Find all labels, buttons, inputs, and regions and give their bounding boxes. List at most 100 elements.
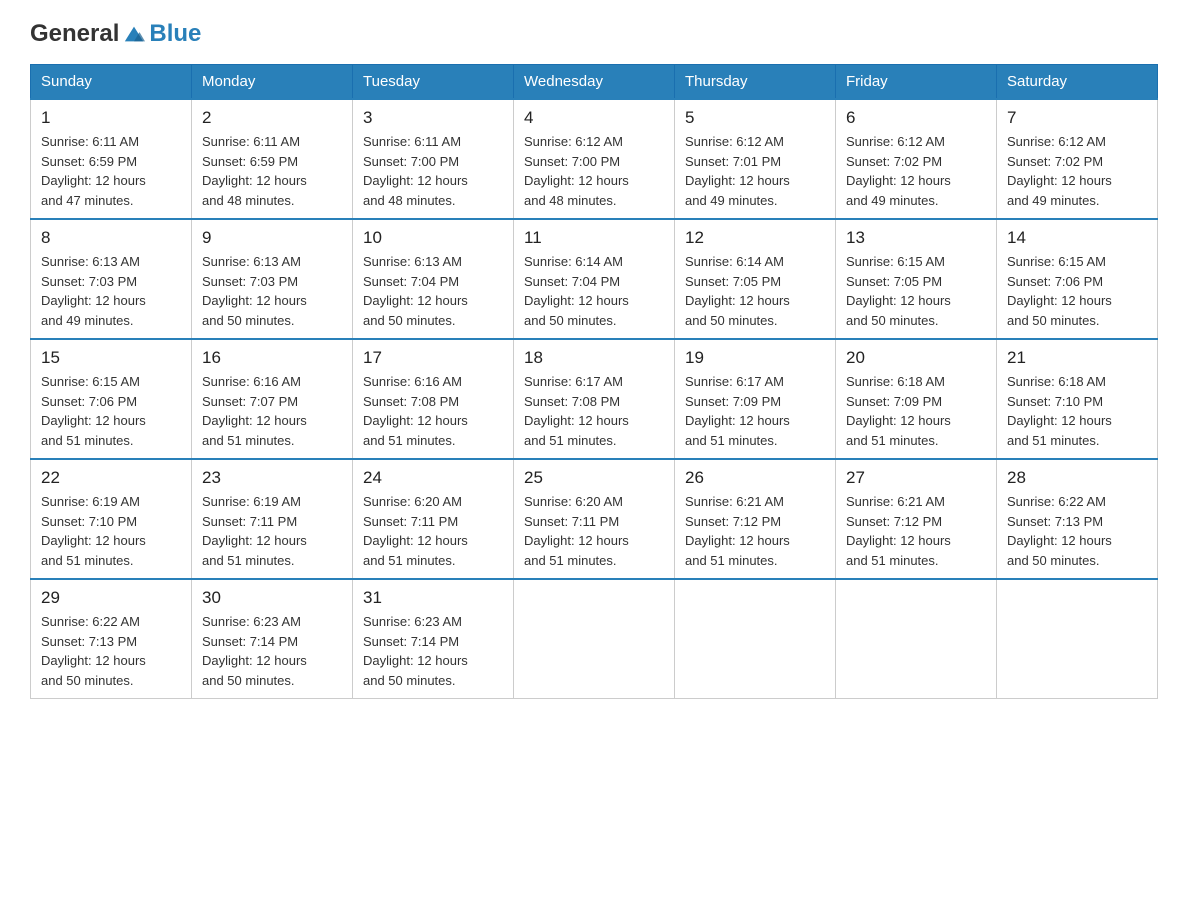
day-number: 8	[41, 228, 181, 248]
day-info: Sunrise: 6:19 AMSunset: 7:10 PMDaylight:…	[41, 492, 181, 570]
header-friday: Friday	[836, 65, 997, 100]
day-number: 31	[363, 588, 503, 608]
day-info: Sunrise: 6:15 AMSunset: 7:06 PMDaylight:…	[1007, 252, 1147, 330]
day-info: Sunrise: 6:12 AMSunset: 7:02 PMDaylight:…	[1007, 132, 1147, 210]
calendar-cell: 6 Sunrise: 6:12 AMSunset: 7:02 PMDaylight…	[836, 99, 997, 219]
calendar-cell: 21Sunrise: 6:18 AMSunset: 7:10 PMDayligh…	[997, 339, 1158, 459]
day-number: 14	[1007, 228, 1147, 248]
calendar-cell: 7 Sunrise: 6:12 AMSunset: 7:02 PMDaylight…	[997, 99, 1158, 219]
page-header: General Blue	[30, 20, 1158, 48]
calendar-cell	[514, 579, 675, 699]
day-info: Sunrise: 6:13 AMSunset: 7:04 PMDaylight:…	[363, 252, 503, 330]
week-row-4: 22 Sunrise: 6:19 AMSunset: 7:10 PMDayligh…	[31, 459, 1158, 579]
day-info: Sunrise: 6:16 AMSunset: 7:08 PMDaylight:…	[363, 372, 503, 450]
calendar-cell: 20 Sunrise: 6:18 AMSunset: 7:09 PMDayligh…	[836, 339, 997, 459]
day-number: 16	[202, 348, 342, 368]
day-number: 11	[524, 228, 664, 248]
day-info: Sunrise: 6:12 AMSunset: 7:01 PMDaylight:…	[685, 132, 825, 210]
day-info: Sunrise: 6:11 AMSunset: 6:59 PMDaylight:…	[41, 132, 181, 210]
calendar-cell: 19Sunrise: 6:17 AMSunset: 7:09 PMDayligh…	[675, 339, 836, 459]
calendar-cell: 11Sunrise: 6:14 AMSunset: 7:04 PMDayligh…	[514, 219, 675, 339]
day-number: 17	[363, 348, 503, 368]
week-row-5: 29 Sunrise: 6:22 AMSunset: 7:13 PMDayligh…	[31, 579, 1158, 699]
header-tuesday: Tuesday	[353, 65, 514, 100]
day-info: Sunrise: 6:15 AMSunset: 7:06 PMDaylight:…	[41, 372, 181, 450]
calendar-cell	[836, 579, 997, 699]
day-number: 13	[846, 228, 986, 248]
calendar-cell: 1 Sunrise: 6:11 AMSunset: 6:59 PMDaylight…	[31, 99, 192, 219]
day-info: Sunrise: 6:23 AMSunset: 7:14 PMDaylight:…	[363, 612, 503, 690]
day-number: 7	[1007, 108, 1147, 128]
day-number: 4	[524, 108, 664, 128]
day-info: Sunrise: 6:15 AMSunset: 7:05 PMDaylight:…	[846, 252, 986, 330]
day-info: Sunrise: 6:20 AMSunset: 7:11 PMDaylight:…	[363, 492, 503, 570]
calendar-cell: 3 Sunrise: 6:11 AMSunset: 7:00 PMDaylight…	[353, 99, 514, 219]
day-info: Sunrise: 6:13 AMSunset: 7:03 PMDaylight:…	[202, 252, 342, 330]
calendar-cell: 23 Sunrise: 6:19 AMSunset: 7:11 PMDayligh…	[192, 459, 353, 579]
day-info: Sunrise: 6:20 AMSunset: 7:11 PMDaylight:…	[524, 492, 664, 570]
calendar-cell: 4Sunrise: 6:12 AMSunset: 7:00 PMDaylight…	[514, 99, 675, 219]
day-number: 30	[202, 588, 342, 608]
logo-blue-text: Blue	[149, 20, 201, 48]
calendar-cell: 13 Sunrise: 6:15 AMSunset: 7:05 PMDayligh…	[836, 219, 997, 339]
calendar-cell: 16 Sunrise: 6:16 AMSunset: 7:07 PMDayligh…	[192, 339, 353, 459]
day-number: 9	[202, 228, 342, 248]
day-info: Sunrise: 6:19 AMSunset: 7:11 PMDaylight:…	[202, 492, 342, 570]
day-info: Sunrise: 6:17 AMSunset: 7:08 PMDaylight:…	[524, 372, 664, 450]
calendar-cell: 15Sunrise: 6:15 AMSunset: 7:06 PMDayligh…	[31, 339, 192, 459]
day-number: 6	[846, 108, 986, 128]
calendar-cell	[997, 579, 1158, 699]
calendar-cell: 27 Sunrise: 6:21 AMSunset: 7:12 PMDayligh…	[836, 459, 997, 579]
week-row-1: 1 Sunrise: 6:11 AMSunset: 6:59 PMDaylight…	[31, 99, 1158, 219]
day-number: 1	[41, 108, 181, 128]
calendar-cell: 25 Sunrise: 6:20 AMSunset: 7:11 PMDayligh…	[514, 459, 675, 579]
day-number: 24	[363, 468, 503, 488]
day-info: Sunrise: 6:11 AMSunset: 7:00 PMDaylight:…	[363, 132, 503, 210]
day-info: Sunrise: 6:14 AMSunset: 7:05 PMDaylight:…	[685, 252, 825, 330]
day-number: 10	[363, 228, 503, 248]
day-info: Sunrise: 6:18 AMSunset: 7:09 PMDaylight:…	[846, 372, 986, 450]
calendar-cell: 31 Sunrise: 6:23 AMSunset: 7:14 PMDayligh…	[353, 579, 514, 699]
day-info: Sunrise: 6:11 AMSunset: 6:59 PMDaylight:…	[202, 132, 342, 210]
day-number: 27	[846, 468, 986, 488]
day-number: 25	[524, 468, 664, 488]
day-number: 22	[41, 468, 181, 488]
day-number: 18	[524, 348, 664, 368]
calendar-cell	[675, 579, 836, 699]
logo-general-text: General	[30, 20, 119, 48]
day-info: Sunrise: 6:22 AMSunset: 7:13 PMDaylight:…	[1007, 492, 1147, 570]
day-number: 12	[685, 228, 825, 248]
calendar-cell: 9 Sunrise: 6:13 AMSunset: 7:03 PMDaylight…	[192, 219, 353, 339]
logo: General Blue	[30, 20, 201, 48]
header-thursday: Thursday	[675, 65, 836, 100]
day-info: Sunrise: 6:21 AMSunset: 7:12 PMDaylight:…	[685, 492, 825, 570]
calendar-cell: 30Sunrise: 6:23 AMSunset: 7:14 PMDayligh…	[192, 579, 353, 699]
day-info: Sunrise: 6:21 AMSunset: 7:12 PMDaylight:…	[846, 492, 986, 570]
header-wednesday: Wednesday	[514, 65, 675, 100]
week-row-2: 8 Sunrise: 6:13 AMSunset: 7:03 PMDaylight…	[31, 219, 1158, 339]
calendar-cell: 12 Sunrise: 6:14 AMSunset: 7:05 PMDayligh…	[675, 219, 836, 339]
header-saturday: Saturday	[997, 65, 1158, 100]
header-monday: Monday	[192, 65, 353, 100]
calendar-cell: 29 Sunrise: 6:22 AMSunset: 7:13 PMDayligh…	[31, 579, 192, 699]
calendar-header-row: SundayMondayTuesdayWednesdayThursdayFrid…	[31, 65, 1158, 100]
day-number: 5	[685, 108, 825, 128]
calendar-cell: 14 Sunrise: 6:15 AMSunset: 7:06 PMDayligh…	[997, 219, 1158, 339]
day-number: 3	[363, 108, 503, 128]
day-number: 2	[202, 108, 342, 128]
calendar-cell: 24 Sunrise: 6:20 AMSunset: 7:11 PMDayligh…	[353, 459, 514, 579]
day-number: 26	[685, 468, 825, 488]
calendar-cell: 22 Sunrise: 6:19 AMSunset: 7:10 PMDayligh…	[31, 459, 192, 579]
day-number: 28	[1007, 468, 1147, 488]
day-number: 29	[41, 588, 181, 608]
day-info: Sunrise: 6:22 AMSunset: 7:13 PMDaylight:…	[41, 612, 181, 690]
calendar-cell: 18 Sunrise: 6:17 AMSunset: 7:08 PMDayligh…	[514, 339, 675, 459]
day-number: 23	[202, 468, 342, 488]
day-number: 20	[846, 348, 986, 368]
calendar-cell: 10 Sunrise: 6:13 AMSunset: 7:04 PMDayligh…	[353, 219, 514, 339]
calendar-cell: 17 Sunrise: 6:16 AMSunset: 7:08 PMDayligh…	[353, 339, 514, 459]
day-info: Sunrise: 6:16 AMSunset: 7:07 PMDaylight:…	[202, 372, 342, 450]
day-info: Sunrise: 6:12 AMSunset: 7:02 PMDaylight:…	[846, 132, 986, 210]
day-info: Sunrise: 6:13 AMSunset: 7:03 PMDaylight:…	[41, 252, 181, 330]
logo-icon	[123, 23, 145, 45]
